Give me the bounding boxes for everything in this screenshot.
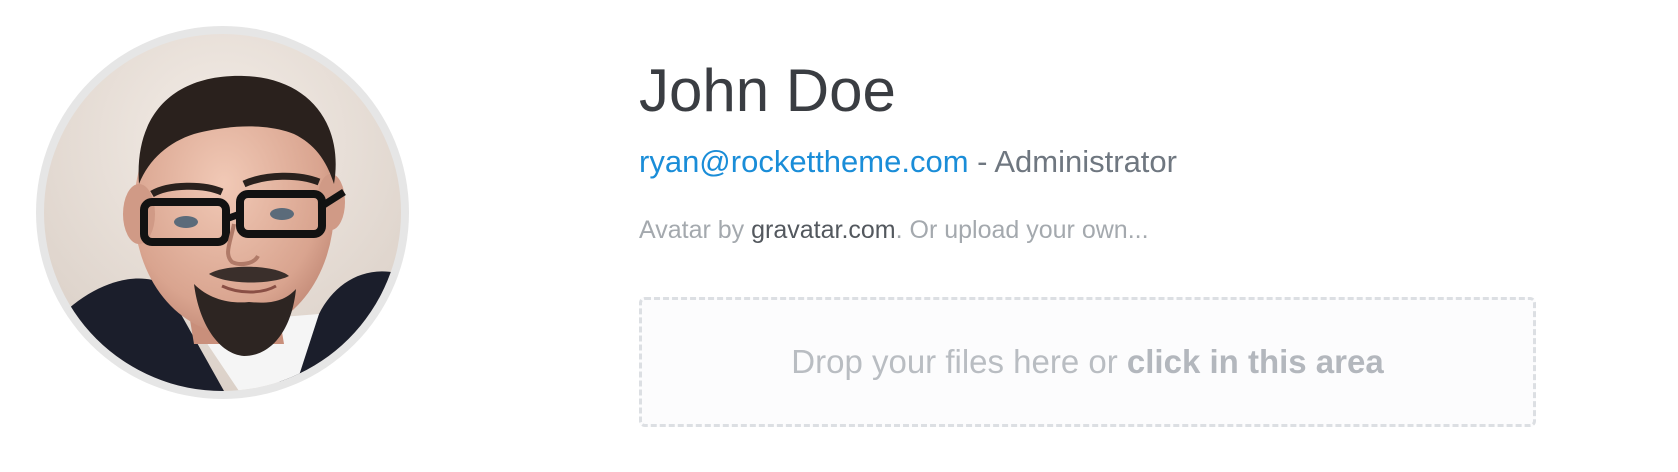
gravatar-link[interactable]: gravatar.com <box>751 216 896 244</box>
dropzone-label: Drop your files here or click in this ar… <box>791 343 1383 381</box>
user-email-link[interactable]: ryan@rockettheme.com <box>639 144 969 179</box>
dropzone-text: Drop your files here or <box>791 343 1127 380</box>
avatar[interactable] <box>44 34 401 391</box>
user-name: John Doe <box>639 57 896 124</box>
avatar-note-prefix: Avatar by <box>639 216 752 244</box>
avatar-note-suffix: . Or upload your own... <box>895 216 1149 244</box>
file-dropzone[interactable]: Drop your files here or click in this ar… <box>639 297 1536 427</box>
user-profile-panel: John Doe ryan@rockettheme.com - Administ… <box>0 0 1678 472</box>
avatar-frame <box>36 26 409 399</box>
user-role: Administrator <box>994 144 1177 179</box>
role-separator: - <box>968 144 995 179</box>
dropzone-click-text: click in this area <box>1126 343 1384 380</box>
avatar-note: Avatar by gravatar.com. Or upload your o… <box>639 214 1149 246</box>
user-meta: ryan@rockettheme.com - Administrator <box>639 144 1177 180</box>
